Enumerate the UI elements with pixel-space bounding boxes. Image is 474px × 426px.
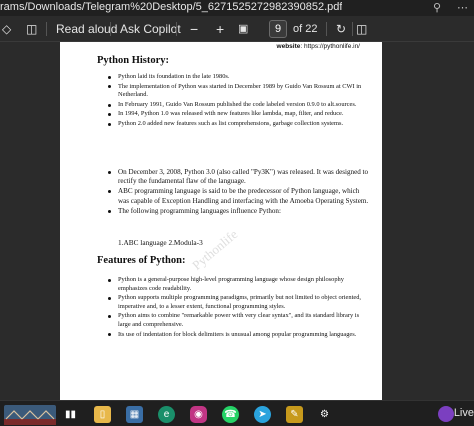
list-item: The following programming languages infl… <box>108 207 370 216</box>
history-heading: Python History: <box>97 55 170 66</box>
draw-icon[interactable]: ◇ <box>2 21 11 37</box>
list-item: Python aims to combine "remarkable power… <box>108 312 370 329</box>
toolbar-divider <box>326 22 327 36</box>
list-item: Python 2.0 added new features such as li… <box>108 120 370 129</box>
list-item: In 1994, Python 1.0 was released with ne… <box>108 110 370 119</box>
file-explorer-icon[interactable]: ▯ <box>94 406 111 423</box>
list-item: ABC programming language is said to be t… <box>108 187 370 205</box>
two-page-icon[interactable]: ◫ <box>356 21 367 37</box>
list-item: Python is a general-purpose high-level p… <box>108 276 370 293</box>
live-label[interactable]: Live <box>454 407 474 419</box>
settings-icon[interactable]: ⚙ <box>316 406 333 423</box>
more-icon[interactable]: ⋯ <box>457 1 468 14</box>
page-number-input[interactable]: 9 <box>269 20 287 38</box>
page-total: of 22 <box>293 23 318 35</box>
website-url: : https://pythonlife.in/ <box>300 43 360 50</box>
toolbar-divider <box>110 22 111 36</box>
ask-copilot-button[interactable]: Ask Copilot <box>120 21 181 37</box>
list-item: Python supports multiple programming par… <box>108 294 370 311</box>
task-view-icon[interactable]: ▮▮ <box>62 406 79 423</box>
telegram-icon[interactable]: ➤ <box>254 406 271 423</box>
titlebar-icons: ⚲ ⋯ <box>433 1 468 14</box>
toolbar-divider <box>352 22 353 36</box>
zoom-out-button[interactable]: − <box>190 21 198 37</box>
watermark: Pythonlife <box>189 226 241 273</box>
list-item: On December 3, 2008, Python 3.0 (also ca… <box>108 168 370 186</box>
list-item: The implementation of Python was started… <box>108 83 370 100</box>
list-item: Python laid its foundation in the late 1… <box>108 73 370 82</box>
languages-line: 1.ABC language 2.Modula-3 <box>118 238 203 247</box>
instagram-icon[interactable]: ◉ <box>190 406 207 423</box>
pdf-page: website: https://pythonlife.in/ Python H… <box>60 42 382 400</box>
title-bar: rams/Downloads/Telegram%20Desktop/5_6271… <box>0 0 474 16</box>
read-aloud-button[interactable]: Read aloud <box>56 21 117 37</box>
website-label: website <box>276 43 301 50</box>
live-icon[interactable] <box>438 406 454 422</box>
pdf-toolbar: ◇ ◫ Read aloud Ask Copilot − + ▣ 9 of 22… <box>0 16 474 42</box>
whatsapp-icon[interactable]: ☎ <box>222 406 239 423</box>
bridge-widget-icon[interactable] <box>4 405 56 425</box>
file-path: rams/Downloads/Telegram%20Desktop/5_6271… <box>0 1 343 13</box>
list-item: In February 1991, Guido Van Rossum publi… <box>108 101 370 110</box>
fit-page-icon[interactable]: ▣ <box>238 21 248 37</box>
rotate-icon[interactable]: ↻ <box>336 21 346 37</box>
history-list-continued: On December 3, 2008, Python 3.0 (also ca… <box>108 168 370 217</box>
toolbar-divider <box>46 22 47 36</box>
view-icon[interactable]: ◫ <box>26 21 37 37</box>
store-icon[interactable]: ▦ <box>126 406 143 423</box>
zoom-icon[interactable]: ⚲ <box>433 1 441 14</box>
features-list: Python is a general-purpose high-level p… <box>108 276 370 340</box>
toolbar-divider <box>176 22 177 36</box>
edge-icon[interactable]: e <box>158 406 175 423</box>
taskbar: ▮▮ ▯ ▦ e ◉ ☎ ➤ ✎ ⚙ Live <box>0 400 474 426</box>
zoom-in-button[interactable]: + <box>216 21 224 37</box>
files-icon[interactable]: ✎ <box>286 406 303 423</box>
history-list: Python laid its foundation in the late 1… <box>108 73 370 130</box>
website-line: website: https://pythonlife.in/ <box>277 43 360 50</box>
features-heading: Features of Python: <box>97 255 186 266</box>
list-item: Its use of indentation for block delimit… <box>108 331 370 340</box>
